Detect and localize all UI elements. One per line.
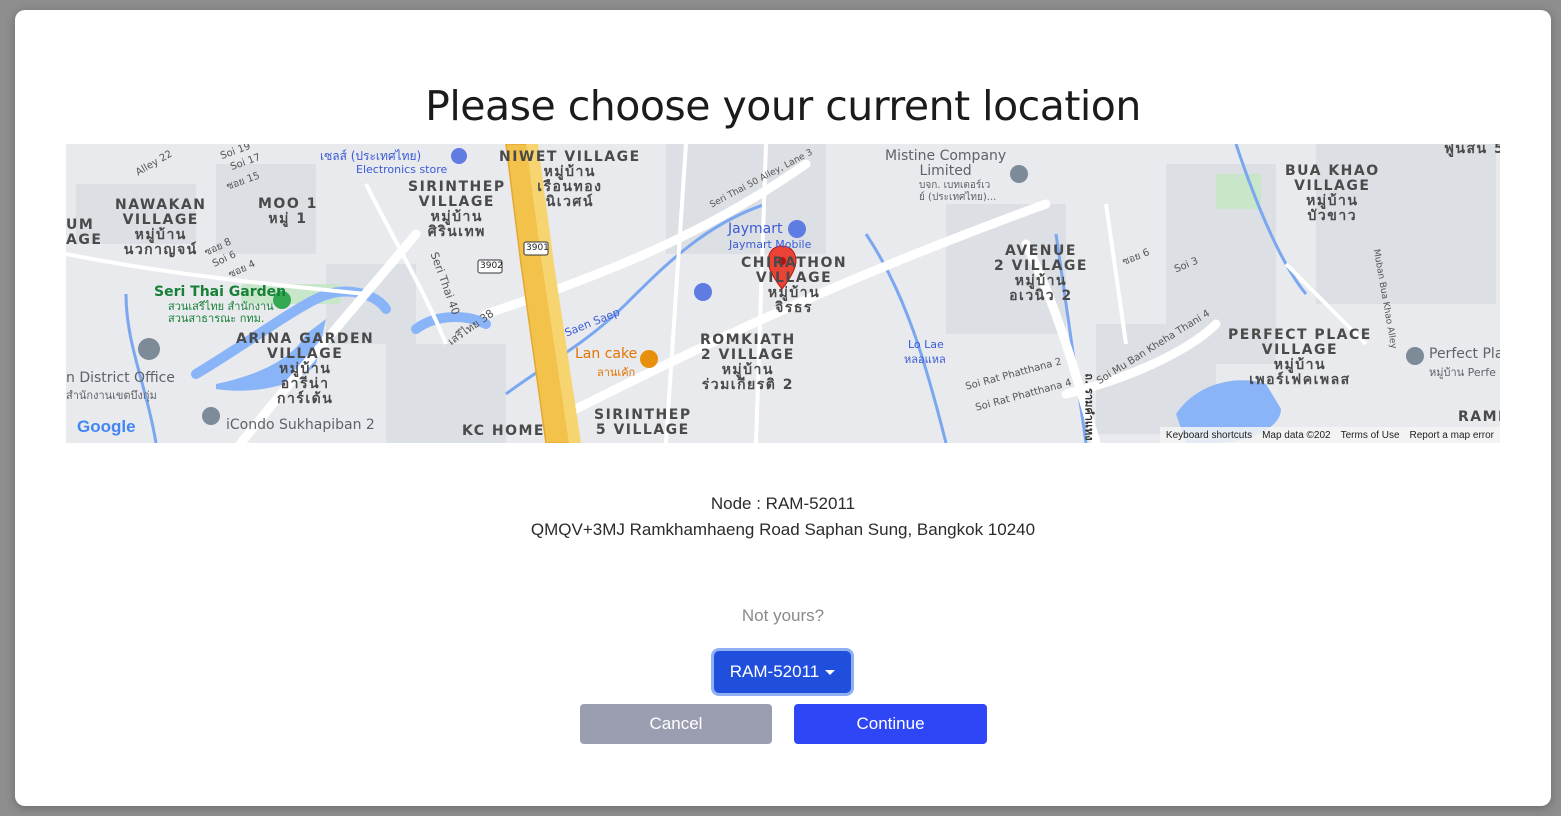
map-area-top-right: ฟูนสน 5 [1444, 144, 1500, 157]
node-address: QMQV+3MJ Ramkhamhaeng Road Saphan Sung, … [530, 520, 1036, 539]
poi-lo-lae-th: หลอแหล [904, 353, 946, 366]
poi-mistine[interactable]: Mistine Company Limited [885, 149, 1006, 179]
poi-electronics-sub: Electronics store [356, 163, 448, 176]
map-area-niwet: NIWET VILLAGE หมู่บ้าน เรือนทอง นิเวศน์ [499, 149, 641, 210]
poi-lan-cake[interactable]: Lan cake [575, 346, 637, 362]
map-area-ramkh: RAMKH [1458, 409, 1500, 425]
road-ramkhamhaeng: ถ. รามคำแหง [1082, 373, 1096, 441]
map-area-romkiath: ROMKIATH 2 VILLAGE หมู่บ้าน ร่วมเกียรติ … [700, 332, 796, 393]
poi-perfect-pl-th: หมู่บ้าน Perfe [1429, 366, 1496, 379]
poi-mistine-th: บจก. เบทเตอร์เว ย์ (ประเทศไทย)... [919, 180, 997, 203]
poi-icondo[interactable]: iCondo Sukhapiban 2 [226, 417, 375, 433]
poi-district-office[interactable]: n District Office [66, 370, 175, 386]
road-3902: 3902 [480, 261, 503, 271]
dialog-title: Please choose your current location [425, 82, 1141, 130]
map-area-perfect-place: PERFECT PLACE VILLAGE หมู่บ้าน เพอร์เฟคเ… [1228, 327, 1372, 388]
map-area-nawakan: NAWAKAN VILLAGE หมู่บ้าน นวกาญจน์ [115, 197, 207, 258]
road-3901: 3901 [526, 243, 549, 253]
map-area-chirathon: CHIRATHON VILLAGE หมู่บ้าน จิรธร [741, 255, 848, 316]
map-area-moo1: MOO 1 หมู่ 1 [258, 196, 318, 227]
poi-district-office-th: สำนักงานเขตบึงกุ่ม [66, 389, 157, 402]
keyboard-shortcuts-link[interactable]: Keyboard shortcuts [1166, 430, 1252, 441]
poi-jaymart-sub: Jaymart Mobile [729, 238, 812, 251]
poi-seri-thai-garden-th: สวนเสรีไทย สำนักงาน สวนสาธารณะ กทม. [168, 300, 274, 325]
node-select-dropdown[interactable]: RAM-52011 [714, 651, 851, 693]
poi-lan-cake-th: ลานเค้ก [597, 366, 636, 379]
map-area-kc-home: KC HOME [462, 423, 545, 439]
report-map-error-link[interactable]: Report a map error [1410, 430, 1494, 441]
poi-perfect-pl[interactable]: Perfect Pla [1429, 346, 1500, 362]
map-area-sirinthep5: SIRINTHEP 5 VILLAGE [594, 407, 692, 438]
poi-jaymart[interactable]: Jaymart [728, 221, 782, 237]
poi-seri-thai-garden[interactable]: Seri Thai Garden [154, 284, 286, 300]
map-area-bua-khao: BUA KHAO VILLAGE หมู่บ้าน บัวขาว [1285, 163, 1380, 224]
cancel-button[interactable]: Cancel [580, 704, 772, 744]
google-logo: Google [77, 417, 136, 436]
continue-button[interactable]: Continue [794, 704, 987, 744]
caret-down-icon [825, 669, 836, 675]
map-area-avenue: AVENUE 2 VILLAGE หมู่บ้าน อเวนิว 2 [994, 243, 1088, 304]
map-area-um: UM AGE [66, 217, 103, 248]
not-yours-label: Not yours? [741, 606, 825, 625]
map-data-label: Map data ©202 [1262, 429, 1331, 441]
node-line: Node : RAM-52011 [710, 494, 856, 513]
location-dialog: Please choose your current location NAWA… [15, 10, 1551, 806]
map-footer: Keyboard shortcuts Map data ©202 Terms o… [1159, 427, 1500, 443]
terms-link[interactable]: Terms of Use [1341, 430, 1400, 441]
map-area-sirinthep: SIRINTHEP VILLAGE หมู่บ้าน ศิรินเทพ [408, 179, 506, 240]
node-select-value: RAM-52011 [729, 662, 820, 681]
location-map[interactable]: NAWAKAN VILLAGE หมู่บ้าน นวกาญจน์ MOO 1 … [66, 144, 1500, 443]
map-area-arina: ARINA GARDEN VILLAGE หมู่บ้าน อารีน่า กา… [236, 331, 375, 407]
